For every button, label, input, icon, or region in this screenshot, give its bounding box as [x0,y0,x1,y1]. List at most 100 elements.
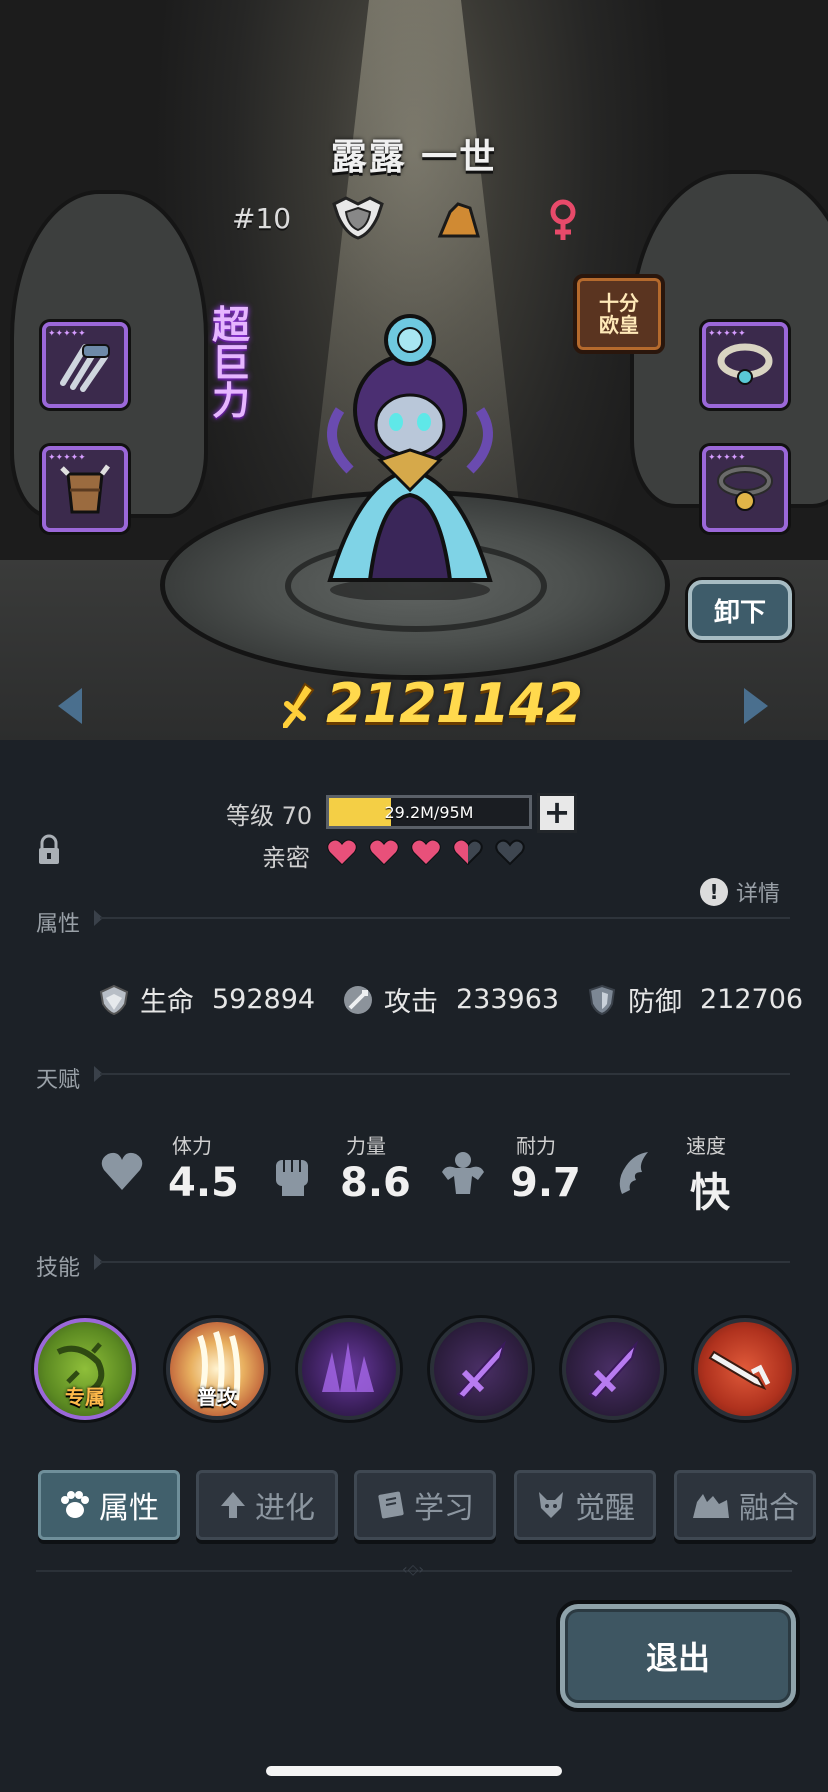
details-button[interactable]: ! 详情 [700,876,780,908]
talent-strength-value: 8.6 [340,1160,411,1206]
heart-icon [495,839,525,866]
tab-attributes-label: 属性 [99,1491,159,1526]
stat-defense: 防御 212706 [586,980,803,1019]
tab-attributes[interactable]: 属性 [38,1470,180,1540]
unequip-button[interactable]: 卸下 [688,580,792,640]
tab-evolve-label: 进化 [255,1491,315,1526]
talent-endurance-label: 耐力 [516,1134,556,1158]
equip-slot-collar[interactable]: ✦✦✦✦✦ [702,322,788,408]
heart-icon [453,839,483,866]
heart-icon [327,839,357,866]
talent-speed-value: 快 [690,1170,730,1216]
stat-attack-value: 233963 [456,984,560,1015]
section-divider [100,917,790,919]
stat-attack-label: 攻击 [384,987,438,1018]
heart-icon [101,1152,143,1190]
fist-icon [276,1160,308,1196]
skill-tag-exclusive: 专属 [65,1385,105,1409]
wolf-head-icon [539,1492,563,1518]
bell-collar-icon [717,465,773,511]
exit-button[interactable]: 退出 [560,1604,796,1708]
divider-ornament-icon: ‹◇› [402,1562,424,1578]
tab-learn[interactable]: 学习 [354,1470,496,1540]
tab-evolve[interactable]: 进化 [196,1470,338,1540]
tab-learn-label: 学习 [414,1491,474,1526]
power-sword-icon [283,682,315,728]
skill-exclusive[interactable]: 专属 [34,1318,136,1420]
section-divider [100,1073,790,1075]
skill-3[interactable] [298,1318,400,1420]
talent-stamina-value: 4.5 [168,1160,239,1206]
stat-hp: 生命 592894 [98,980,315,1019]
stat-hp-value: 592894 [212,984,316,1015]
equip-slot-claw[interactable]: ✦✦✦✦✦ [42,322,128,408]
section-divider [100,1261,790,1263]
purple-dagger-icon [456,1340,507,1400]
xp-text: 29.2M/95M [384,802,474,822]
terrain-mountain-icon [437,202,480,238]
section-title-attributes: 属性 [36,912,81,937]
xp-bar: 29.2M/95M [326,795,532,829]
collar-icon [717,343,773,385]
heart-icon [411,839,441,866]
talent-stamina-label: 体力 [172,1134,212,1158]
intimacy-label: 亲密 [262,844,310,872]
heart-shield-icon [99,984,129,1015]
trait-label: 超巨力 [211,303,250,423]
tab-fusion-label: 融合 [739,1491,799,1526]
details-label: 详情 [736,882,781,907]
paw-icon [61,1491,89,1518]
star-rating-icon: ✦✦✦✦✦ [48,453,86,463]
level-label: 等级 70 [226,802,313,830]
talent-endurance-value: 9.7 [510,1160,581,1206]
star-rating-icon: ✦✦✦✦✦ [708,453,746,463]
skill-4[interactable] [430,1318,532,1420]
sword-strike-icon [708,1350,771,1391]
hero-rank: #10 [232,202,292,235]
prev-hero-arrow-icon[interactable] [58,688,82,724]
wing-icon [619,1152,648,1194]
purple-dagger-icon [588,1340,639,1400]
purple-spikes-icon [322,1342,374,1392]
rarity-tag: 十分 欧皇 [573,274,665,354]
heart-icon [369,839,399,866]
stat-defense-value: 212706 [700,984,804,1015]
skill-6[interactable] [694,1318,796,1420]
tab-fusion[interactable]: 融合 [674,1470,816,1540]
arrow-up-icon [221,1492,245,1518]
stat-hp-label: 生命 [140,987,194,1018]
equip-slot-bell[interactable]: ✦✦✦✦✦ [702,446,788,532]
tab-awaken-label: 觉醒 [575,1491,635,1526]
star-rating-icon: ✦✦✦✦✦ [48,329,86,339]
claw-weapon-icon [60,344,110,392]
stat-defense-label: 防御 [628,987,682,1018]
home-indicator[interactable] [266,1766,562,1776]
tab-awaken[interactable]: 觉醒 [514,1470,656,1540]
book-icon [378,1491,404,1519]
shield-badge-icon [332,196,384,240]
next-hero-arrow-icon[interactable] [744,688,768,724]
stat-attack: 攻击 233963 [342,980,559,1019]
star-rating-icon: ✦✦✦✦✦ [708,329,746,339]
lock-icon[interactable] [36,834,62,866]
section-title-skills: 技能 [36,1256,81,1281]
beast-merge-icon [693,1494,729,1518]
sword-icon [344,985,372,1014]
talent-strength-label: 力量 [346,1134,386,1158]
female-gender-icon [550,199,576,240]
hero-name: 露露 一世 [330,137,498,178]
wooden-armor-icon [60,464,110,514]
skill-5[interactable] [562,1318,664,1420]
combat-power-value: 2121142 [326,672,583,735]
section-title-talents: 天赋 [36,1068,81,1093]
intimacy-hearts [326,838,526,866]
talent-speed-label: 速度 [686,1134,726,1158]
equip-slot-armor[interactable]: ✦✦✦✦✦ [42,446,128,532]
skill-tag-basic: 普攻 [197,1385,237,1409]
info-exclamation-icon: ! [700,878,728,906]
skill-basic-attack[interactable]: 普攻 [166,1318,268,1420]
hero-character [327,314,493,600]
shield-icon [588,984,616,1015]
level-up-plus-button[interactable]: + [537,793,577,833]
muscle-icon [442,1152,484,1194]
